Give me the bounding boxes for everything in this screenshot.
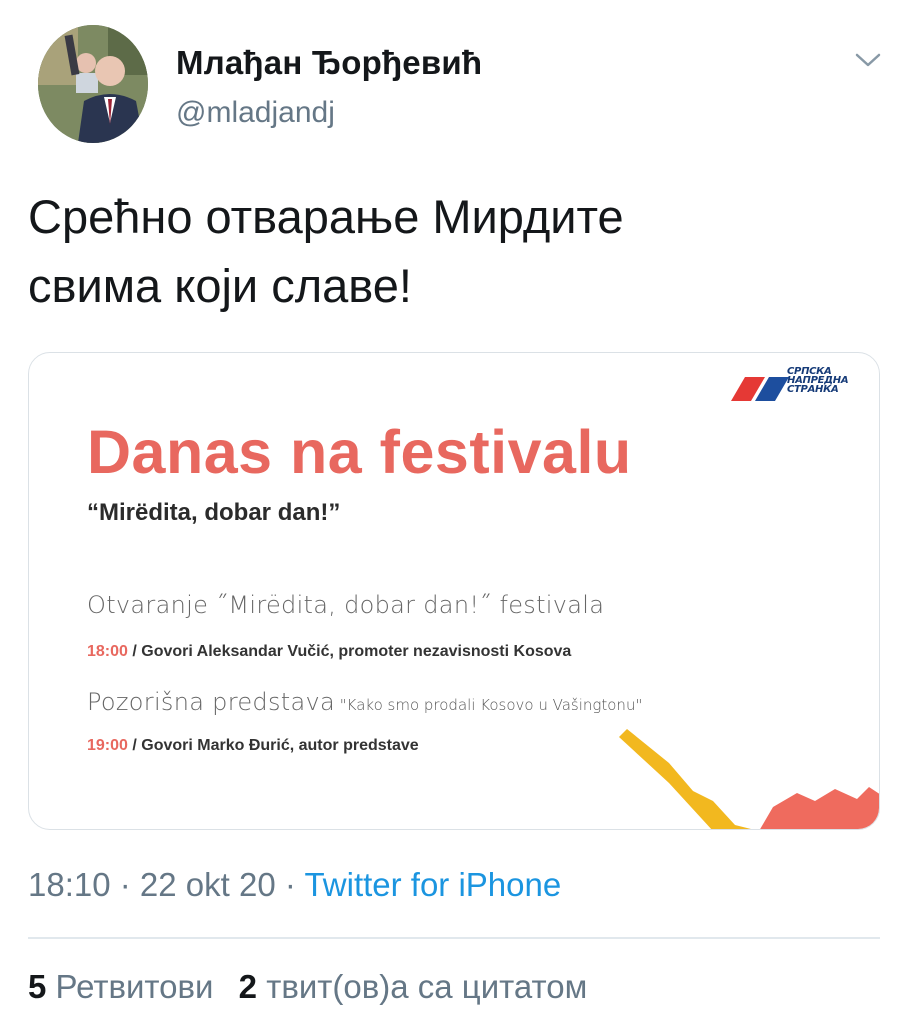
tweet-stats: 5 Ретвитови 2 твит(ов)а са цитатом	[28, 968, 603, 1006]
event-detail: / Govori Marko Đurić, autor predstave	[127, 737, 419, 754]
chevron-down-icon[interactable]	[854, 50, 882, 70]
retweets-label: Ретвитови	[46, 968, 214, 1005]
tweet-source-link[interactable]: Twitter for iPhone	[304, 866, 561, 903]
event-title-text: Pozorišna predstava	[87, 688, 335, 716]
card-title: Danas na festivalu	[87, 418, 632, 486]
event-title: Otvaranje ˝Mirëdita, dobar dan!˝ festiva…	[87, 591, 604, 619]
meta-separator: ·	[275, 866, 305, 903]
logo-line: СТРАНКА	[787, 384, 839, 395]
event-hour: 18:00	[87, 643, 128, 660]
tweet-text-line: Срећно отварање Мирдите	[28, 190, 624, 243]
meta-separator: ·	[110, 866, 140, 903]
event-hour: 19:00	[87, 737, 128, 754]
tweet-time[interactable]: 18:10	[28, 866, 111, 903]
retweets-stat[interactable]: 5 Ретвитови	[28, 968, 214, 1005]
quotes-label: твит(ов)а са цитатом	[257, 968, 588, 1005]
avatar-photo	[38, 25, 148, 143]
divider	[28, 937, 880, 939]
tweet: Млађан Ђорђевић @mladjandj Срећно отвара…	[0, 0, 907, 1024]
event-quote: "Kako smo prodali Kosovo u Vašingtonu"	[334, 696, 643, 714]
event-title-text: Otvaranje ˝Mirëdita, dobar dan!˝ festiva…	[87, 591, 605, 619]
event-title: Pozorišna predstava "Kako smo prodali Ko…	[87, 688, 642, 716]
avatar[interactable]	[38, 25, 148, 143]
tweet-meta: 18:10 · 22 okt 20 · Twitter for iPhone	[28, 866, 561, 904]
author-handle[interactable]: @mladjandj	[176, 96, 335, 130]
event-time: 18:00 / Govori Aleksandar Vučić, promote…	[87, 643, 571, 661]
card-subtitle: “Mirëdita, dobar dan!”	[87, 499, 341, 526]
event-detail: / Govori Aleksandar Vučić, promoter neza…	[127, 643, 572, 660]
author-name[interactable]: Млађан Ђорђевић	[176, 44, 482, 82]
tweet-text: Срећно отварање Мирдите свима који славе…	[28, 182, 868, 320]
tweet-text-line: свима који славе!	[28, 259, 412, 312]
party-logo-text: СРПСКА НАПРЕДНА СТРАНКА	[787, 367, 877, 395]
event-time: 19:00 / Govori Marko Đurić, autor predst…	[87, 737, 419, 755]
retweets-count: 5	[28, 968, 47, 1005]
quotes-count: 2	[238, 968, 258, 1005]
tweet-date[interactable]: 22 okt 20	[140, 866, 276, 903]
decorative-brush-strokes	[619, 729, 879, 829]
quote-tweets-stat[interactable]: 2 твит(ов)а са цитатом	[239, 968, 588, 1005]
media-card[interactable]: СРПСКА НАПРЕДНА СТРАНКА Danas na festiva…	[28, 352, 880, 830]
